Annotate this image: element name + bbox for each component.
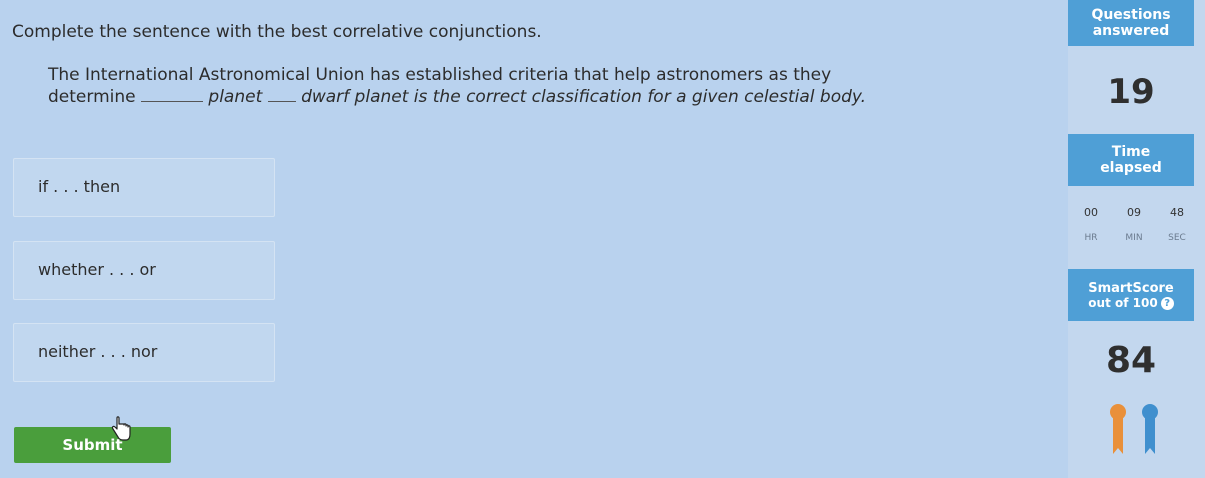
blank-2 xyxy=(267,101,296,102)
question-text: The International Astronomical Union has… xyxy=(48,64,908,108)
questions-answered-count: 19 xyxy=(1107,72,1155,112)
timer-seconds: 48 SEC xyxy=(1168,206,1186,243)
smartscore-value: 84 xyxy=(1105,340,1157,381)
questions-answered-header: Questions answered xyxy=(1068,0,1194,46)
blue-ribbon-icon xyxy=(1142,404,1158,454)
info-icon[interactable]: ? xyxy=(1160,297,1174,310)
instruction-text: Complete the sentence with the best corr… xyxy=(12,22,542,42)
option-label: whether . . . or xyxy=(38,260,156,279)
option-neither-nor[interactable]: neither . . . nor xyxy=(13,323,275,382)
option-label: neither . . . nor xyxy=(38,342,158,361)
question-panel: Complete the sentence with the best corr… xyxy=(0,0,1068,478)
timer-minutes: 09 MIN xyxy=(1125,206,1143,243)
sidebar: Questions answered 19 Time elapsed 00 HR… xyxy=(1068,0,1205,478)
orange-ribbon-icon xyxy=(1110,404,1126,454)
smartscore-header: SmartScore out of 100? xyxy=(1068,269,1194,321)
option-whether-or[interactable]: whether . . . or xyxy=(13,241,275,300)
award-ribbons-icon xyxy=(1110,404,1158,454)
option-label: if . . . then xyxy=(38,177,121,196)
timer-hours: 00 HR xyxy=(1084,206,1098,243)
option-if-then[interactable]: if . . . then xyxy=(13,158,275,217)
question-part3: dwarf planet is the correct classificati… xyxy=(301,87,867,107)
question-part2: planet xyxy=(208,87,263,107)
time-elapsed-header: Time elapsed xyxy=(1068,134,1194,186)
submit-button[interactable]: Submit xyxy=(14,427,171,463)
hand-cursor-icon xyxy=(111,416,131,441)
blank-1 xyxy=(141,101,203,102)
timer: 00 HR 09 MIN 48 SEC xyxy=(1074,206,1194,243)
